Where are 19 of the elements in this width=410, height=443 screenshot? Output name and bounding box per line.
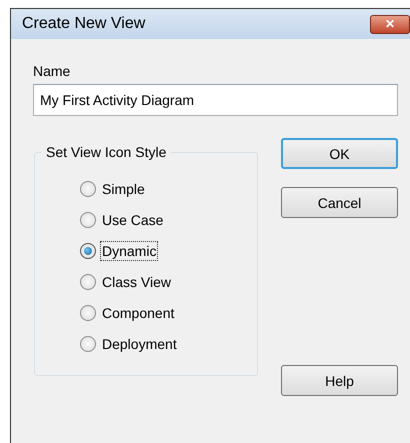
radio-label[interactable]: Simple [100, 179, 147, 199]
radio-label[interactable]: Component [100, 303, 176, 323]
name-label: Name [33, 63, 72, 80]
radio-label[interactable]: Class View [100, 272, 173, 292]
radio-button[interactable] [80, 243, 96, 259]
radio-label[interactable]: Use Case [100, 210, 166, 230]
ok-button[interactable]: OK [281, 138, 398, 169]
radio-button[interactable] [80, 305, 96, 321]
radio-button[interactable] [80, 181, 96, 197]
help-button[interactable]: Help [281, 365, 398, 396]
group-title: Set View Icon Style [45, 144, 168, 160]
radio-button[interactable] [80, 336, 96, 352]
radio-label[interactable]: Dynamic [100, 241, 158, 261]
radio-button[interactable] [80, 274, 96, 290]
cancel-button[interactable]: Cancel [281, 187, 398, 218]
window-title: Create New View [22, 15, 146, 33]
radio-label[interactable]: Deployment [100, 334, 179, 354]
name-field[interactable]: My First Activity Diagram [33, 84, 398, 116]
radio-button[interactable] [80, 212, 96, 228]
